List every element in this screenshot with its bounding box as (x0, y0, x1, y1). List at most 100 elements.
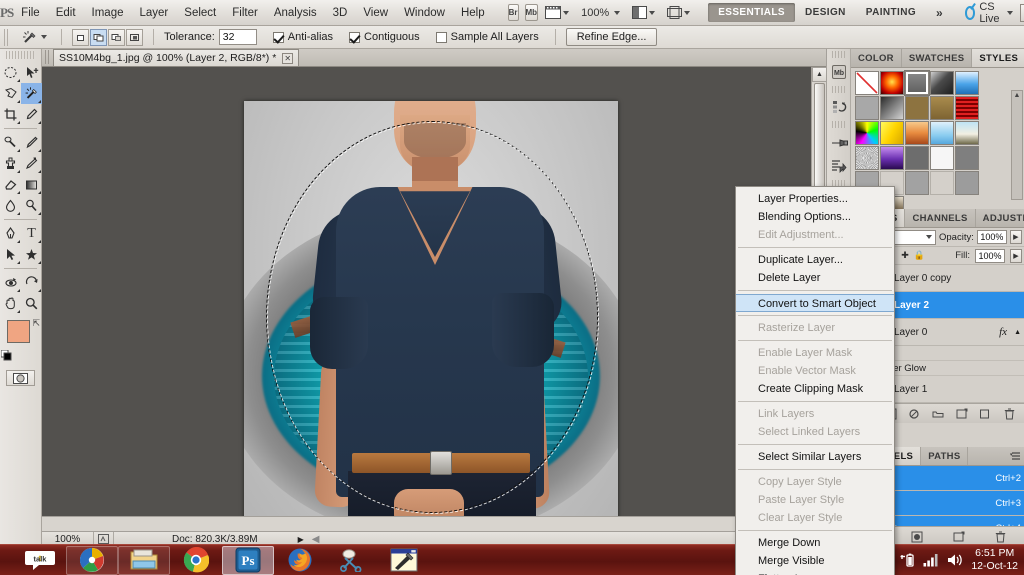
ctx-merge-visible[interactable]: Merge Visible (736, 552, 894, 570)
new-layer-icon[interactable] (978, 407, 992, 421)
status-popup-arrow-icon[interactable]: ▶ (298, 535, 304, 544)
refine-edge-button[interactable]: Refine Edge... (565, 28, 658, 46)
style-light-blue[interactable] (930, 121, 954, 145)
tools-panel-grip[interactable] (6, 51, 35, 59)
style-red-glow[interactable] (880, 71, 904, 95)
tab-color[interactable]: COLOR (851, 49, 902, 67)
tool-spot-healing-brush[interactable] (0, 132, 21, 153)
style-horizon[interactable] (955, 121, 979, 145)
menu-file[interactable]: File (13, 4, 48, 22)
style-gray-small[interactable] (955, 171, 979, 195)
ctx-layer-properties[interactable]: Layer Properties... (736, 190, 894, 208)
tool-magic-wand[interactable] (21, 83, 42, 104)
tool-eyedropper[interactable] (21, 104, 42, 125)
tool-move[interactable] (21, 62, 42, 83)
clock[interactable]: 6:51 PM 12-Oct-12 (971, 547, 1018, 573)
tab-paths[interactable]: PATHS (921, 447, 969, 465)
taskbar-snipping-tool[interactable] (326, 546, 378, 575)
battery-icon[interactable] (899, 553, 915, 568)
tool-type[interactable]: T (21, 223, 42, 244)
menu-filter[interactable]: Filter (224, 4, 266, 22)
arrange-documents-button[interactable] (630, 4, 657, 22)
dock-grip-top[interactable] (832, 51, 845, 58)
image-document[interactable] (244, 101, 618, 529)
ctx-delete-layer[interactable]: Delete Layer (736, 269, 894, 287)
document-tab[interactable]: SS10M4bg_1.jpg @ 100% (Layer 2, RGB/8*) … (53, 49, 300, 66)
history-panel-icon[interactable] (827, 95, 851, 119)
tool-lasso[interactable] (0, 83, 21, 104)
options-bar-grip[interactable] (4, 28, 9, 46)
subtract-from-selection-button[interactable] (108, 28, 125, 46)
style-white[interactable] (930, 146, 954, 170)
document-tab-grip[interactable] (45, 50, 50, 64)
new-group-icon[interactable] (955, 407, 969, 421)
tool-path-selection[interactable] (0, 244, 21, 265)
tab-adjustments[interactable]: ADJUSTMENTS (976, 209, 1024, 227)
intersect-selection-button[interactable] (126, 28, 143, 46)
actions-panel-icon[interactable] (827, 154, 851, 178)
style-noise[interactable] (855, 146, 879, 170)
menu-help[interactable]: Help (453, 4, 493, 22)
fill-stepper[interactable]: ▶ (1010, 248, 1022, 263)
tool-eraser[interactable] (0, 174, 21, 195)
tool-presets-panel-icon[interactable] (827, 130, 851, 154)
taskbar-mozilla-firefox[interactable] (274, 546, 326, 575)
taskbar-file-explorer[interactable] (118, 545, 170, 575)
menu-3d[interactable]: 3D (325, 4, 356, 22)
tool-zoom[interactable] (21, 293, 42, 314)
layer-fx-expand-icon[interactable]: ▲ (1014, 329, 1021, 336)
menu-view[interactable]: View (355, 4, 396, 22)
styles-scroll-up-icon[interactable]: ▲ (1012, 91, 1022, 101)
tool-3d-rotate[interactable] (0, 272, 21, 293)
tool-preset-picker[interactable] (17, 29, 51, 46)
menu-window[interactable]: Window (396, 4, 453, 22)
mini-bridge-panel-icon[interactable]: Mb (827, 60, 851, 84)
opacity-input[interactable]: 100% (976, 230, 1007, 244)
tool-gradient[interactable] (21, 174, 42, 195)
dock-grip-3[interactable] (832, 121, 845, 128)
style-gray-plain[interactable] (905, 171, 929, 195)
anti-alias-checkbox[interactable]: Anti-alias (272, 31, 333, 43)
workspace-design[interactable]: DESIGN (795, 3, 856, 22)
ctx-duplicate-layer[interactable]: Duplicate Layer... (736, 251, 894, 269)
tool-brush[interactable] (21, 132, 42, 153)
tab-swatches[interactable]: SWATCHES (902, 49, 973, 67)
style-sunset[interactable] (905, 121, 929, 145)
ctx-convert-to-smart-object[interactable]: Convert to Smart Object (736, 294, 894, 312)
zoom-chevron-down-icon[interactable] (614, 10, 621, 15)
quick-mask-mode-button[interactable] (6, 370, 35, 386)
workspace-more-button[interactable]: » (926, 2, 953, 24)
cs-live-button[interactable]: CS Live (965, 1, 1014, 25)
style-tan-brown[interactable] (930, 96, 954, 120)
launch-mini-bridge-button[interactable]: Mb (524, 4, 539, 21)
tool-crop[interactable] (0, 104, 21, 125)
new-channel-icon[interactable] (952, 530, 966, 544)
scroll-up-button[interactable]: ▲ (812, 67, 827, 82)
tool-dodge[interactable] (21, 195, 42, 216)
workspace-painting[interactable]: PAINTING (856, 3, 926, 22)
ctx-create-clipping-mask[interactable]: Create Clipping Mask (736, 380, 894, 398)
volume-icon[interactable] (947, 553, 963, 567)
ctx-select-similar-layers[interactable]: Select Similar Layers (736, 448, 894, 466)
styles-panel-scrollbar[interactable]: ▲ (1011, 90, 1023, 200)
channels-panel-menu-icon[interactable] (1007, 447, 1024, 465)
default-colors-icon[interactable] (1, 350, 12, 361)
style-dark-texture[interactable] (930, 71, 954, 95)
tab-channels[interactable]: CHANNELS (905, 209, 976, 227)
menu-layer[interactable]: Layer (132, 4, 177, 22)
new-adjustment-layer-icon[interactable] (931, 407, 945, 421)
taskbar-adobe-photoshop[interactable]: Ps (222, 545, 274, 575)
new-selection-button[interactable] (72, 28, 89, 46)
style-yellow-gloss[interactable] (880, 121, 904, 145)
taskbar-picasa[interactable] (66, 545, 118, 575)
sample-all-layers-checkbox[interactable]: Sample All Layers (435, 31, 539, 43)
tool-elliptical-marquee[interactable] (0, 62, 21, 83)
taskbar-paint-app[interactable] (378, 546, 430, 575)
ctx-merge-down[interactable]: Merge Down (736, 534, 894, 552)
ctx-blending-options[interactable]: Blending Options... (736, 208, 894, 226)
save-selection-as-channel-icon[interactable] (910, 530, 924, 544)
view-extras-button[interactable] (543, 4, 571, 22)
tool-clone-stamp[interactable] (0, 153, 21, 174)
menu-select[interactable]: Select (176, 4, 224, 22)
fill-input[interactable]: 100% (975, 248, 1005, 263)
